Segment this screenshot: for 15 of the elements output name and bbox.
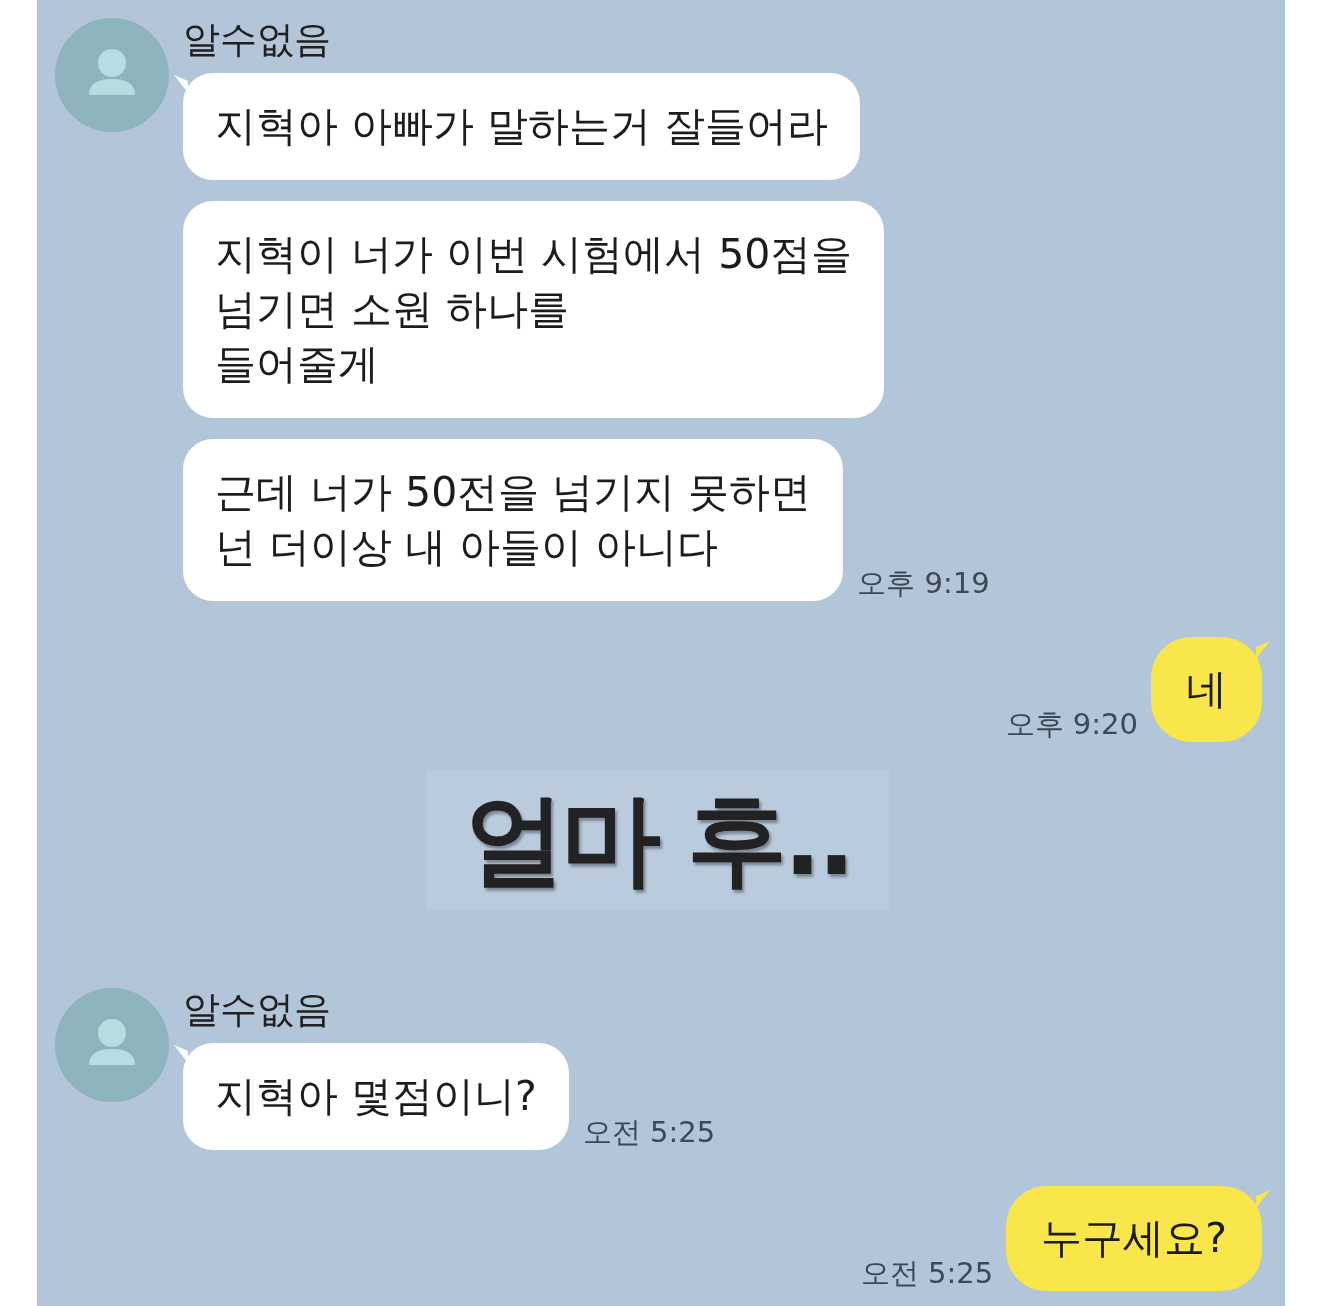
message-time: 오후 9:19 <box>857 567 990 599</box>
message-time: 오후 9:20 <box>1005 708 1138 740</box>
bubble-tail-icon <box>1256 641 1270 659</box>
bubble-tail-icon <box>1256 1190 1270 1208</box>
message-bubble: 근데 너가 50전을 넘기지 못하면 넌 더이상 내 아들이 아니다 <box>183 439 844 601</box>
avatar-icon[interactable] <box>55 18 169 132</box>
message-time: 오전 5:25 <box>582 1116 716 1148</box>
sender-name: 알수없음 <box>183 18 331 62</box>
message-bubble: 지혁이 너가 이번 시험에서 50점을 넘기면 소원 하나를 들어줄게 <box>183 201 885 418</box>
sender-name: 알수없음 <box>183 988 331 1032</box>
bubble-tail-icon <box>174 75 188 93</box>
avatar-icon[interactable] <box>55 988 169 1102</box>
message-time: 오전 5:25 <box>860 1257 994 1289</box>
bubble-tail-icon <box>174 1045 188 1063</box>
caption-text: 얼마 후.. <box>426 770 890 910</box>
